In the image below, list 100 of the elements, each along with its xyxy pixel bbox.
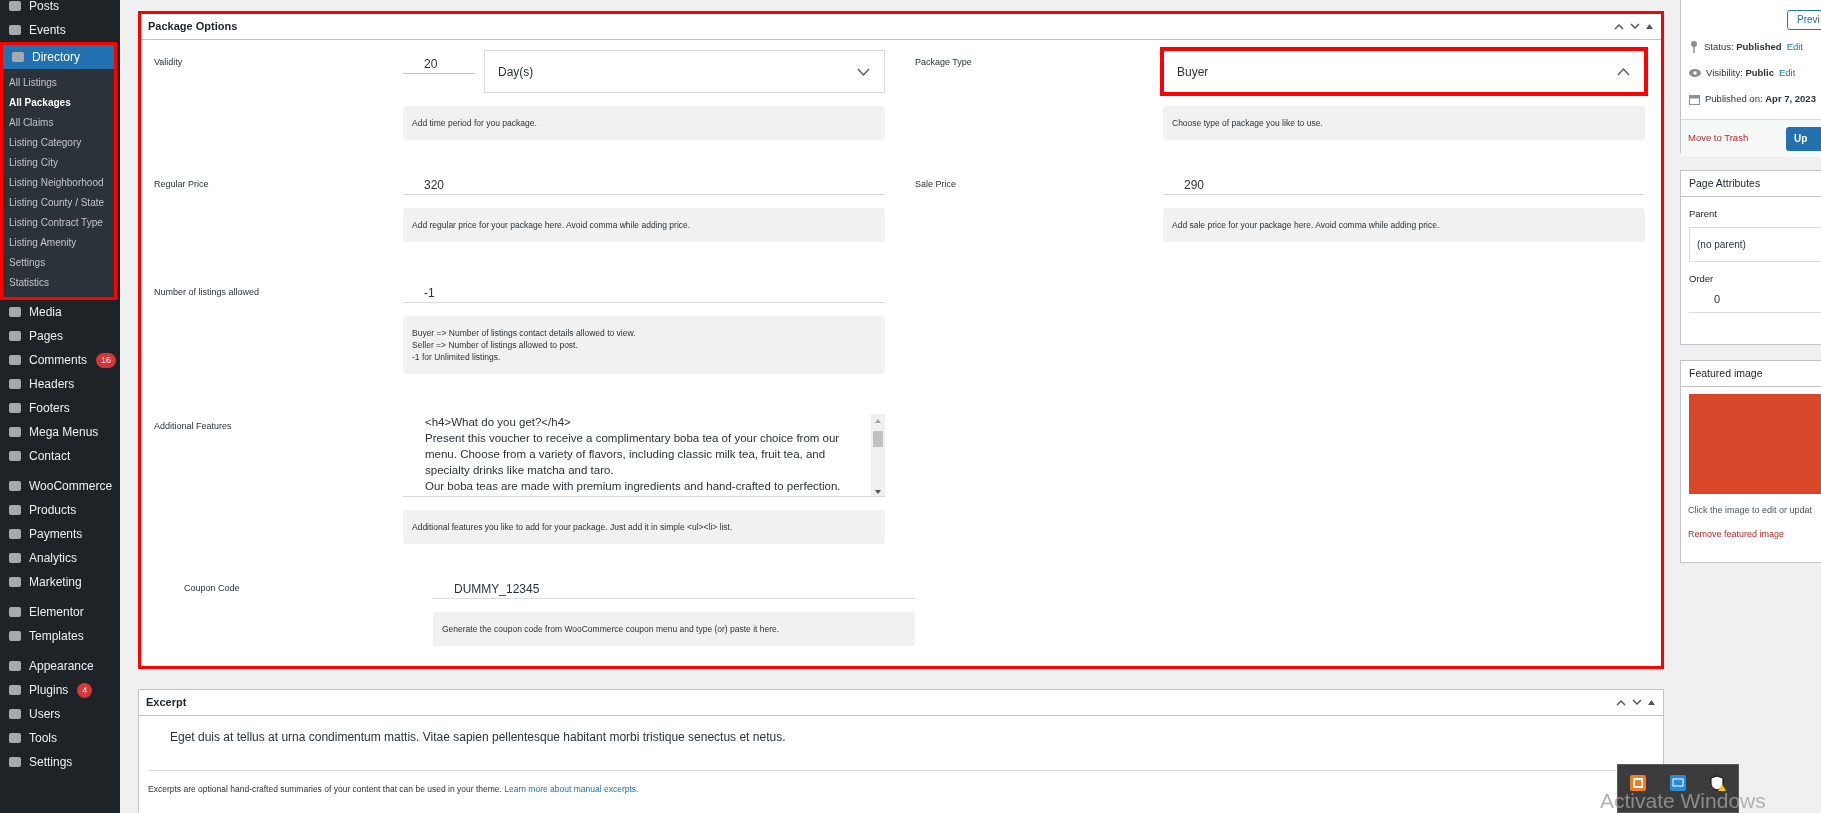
menu-item[interactable]: Comments 16 [0, 348, 120, 372]
help-text: Choose type of package you like to use. [1163, 106, 1645, 140]
menu-item[interactable]: Appearance [0, 654, 120, 678]
submenu-item[interactable]: All Claims [3, 113, 114, 133]
collapse-icon[interactable] [1646, 24, 1653, 29]
field-label: Regular Price [154, 178, 210, 191]
menu-icon [8, 527, 22, 541]
field-label: Sale Price [915, 178, 958, 191]
menu-item[interactable]: Templates [0, 624, 120, 648]
menu-item[interactable]: Footers [0, 396, 120, 420]
submenu-item[interactable]: Listing Contract Type [3, 213, 114, 233]
submenu-item[interactable]: Listing City [3, 153, 114, 173]
submenu-item[interactable]: Listing Category [3, 133, 114, 153]
menu-icon [8, 707, 22, 721]
menu-icon [8, 329, 22, 343]
menu-icon [8, 575, 22, 589]
image-hint: Click the image to edit or updat [1687, 504, 1814, 517]
select-field[interactable]: Buyer [1163, 50, 1645, 93]
menu-item[interactable]: Posts [0, 0, 120, 18]
submenu-item[interactable]: Listing Neighborhood [3, 173, 114, 193]
count-badge: 4 [77, 682, 93, 698]
scrollbar[interactable] [871, 414, 885, 496]
panel-title: Package Options [148, 19, 238, 35]
count-badge: 16 [96, 352, 117, 368]
menu-icon [8, 377, 22, 391]
calendar-icon [1689, 93, 1700, 105]
shield-warning-icon[interactable] [1710, 775, 1726, 791]
publish-info: Status: Published [1704, 39, 1782, 54]
menu-item[interactable]: Marketing [0, 570, 120, 594]
textarea-field[interactable]: <h4>What do you get?</h4> Present this voucher to receive a complimentary boba tea of your choice from our menu. Choose from a variety of flavors, including classic milk tea, fruit tea, and specialty drinks like matcha and taro. Our boba teas are made with premium ingredients and hand-crafted to perfection. [403, 414, 885, 497]
collapse-icon[interactable] [1648, 700, 1655, 705]
submenu-item[interactable]: All Packages [3, 93, 114, 113]
move-up-icon[interactable] [1614, 23, 1624, 30]
text-field[interactable]: -1 [403, 280, 885, 303]
panel-title: Page Attributes [1689, 175, 1761, 191]
parent-select[interactable]: (no parent) [1689, 227, 1821, 263]
menu-item[interactable]: Events [0, 18, 120, 42]
order-field[interactable]: 0 [1689, 290, 1821, 313]
remove-image-link[interactable]: Remove featured image [1681, 517, 1821, 541]
menu-item[interactable]: Settings [0, 750, 120, 774]
menu-item[interactable]: Pages [0, 324, 120, 348]
menu-icon [8, 23, 22, 37]
move-up-icon[interactable] [1616, 699, 1626, 706]
submenu-item[interactable]: Listing Amenity [3, 233, 114, 253]
help-text: Add sale price for your package here. Avoid comma while adding price. [1163, 208, 1645, 242]
submenu-item[interactable]: Statistics [3, 273, 114, 293]
panel-title: Excerpt [146, 695, 187, 711]
menu-icon [8, 683, 22, 697]
preview-button[interactable]: Previ [1787, 9, 1821, 30]
help-text: Add regular price for your package here. Avoid comma while adding price. [403, 208, 885, 242]
help-text: Additional features you like to add for your package. Just add it in simple <ul><li> list. [403, 510, 885, 544]
menu-icon [8, 353, 22, 367]
select-field[interactable]: Day(s) [484, 50, 885, 93]
move-down-icon[interactable] [1632, 699, 1642, 706]
text-field[interactable]: 290 [1163, 172, 1645, 195]
menu-item[interactable]: Payments [0, 522, 120, 546]
field-label: Number of listings allowed [154, 286, 261, 299]
menu-item[interactable]: Contact [0, 444, 120, 468]
field-label: Order [1688, 272, 1715, 287]
menu-icon [8, 629, 22, 643]
menu-icon [8, 449, 22, 463]
menu-icon [8, 659, 22, 673]
menu-item[interactable]: Directory [3, 45, 114, 69]
publish-info: Published on: Apr 7, 2023 [1705, 91, 1816, 106]
menu-item[interactable]: Users [0, 702, 120, 726]
help-text: Generate the coupon code from WooCommerce coupon menu and type (or) paste it here. [433, 612, 915, 646]
submenu-item[interactable]: All Listings [3, 73, 114, 93]
field-label: Package Type [915, 56, 973, 69]
edit-link[interactable]: Edit [1786, 39, 1803, 55]
eye-icon [1689, 69, 1701, 77]
text-field[interactable]: 320 [403, 172, 885, 195]
menu-icon [8, 731, 22, 745]
chevron-down-icon [857, 67, 870, 76]
submenu-item[interactable]: Listing County / State [3, 193, 114, 213]
panel-title: Featured image [1689, 365, 1763, 381]
menu-item[interactable]: Headers [0, 372, 120, 396]
menu-item[interactable]: Tools [0, 726, 120, 750]
move-down-icon[interactable] [1630, 23, 1640, 30]
update-button[interactable]: Up [1786, 126, 1821, 151]
submenu-item[interactable]: Settings [3, 253, 114, 273]
menu-item[interactable]: Products [0, 498, 120, 522]
edit-link[interactable]: Edit [1778, 65, 1796, 81]
number-field[interactable]: 20 [403, 55, 475, 74]
field-label: Validity [154, 56, 184, 69]
menu-icon [8, 503, 22, 517]
menu-item[interactable]: Plugins 4 [0, 678, 120, 702]
menu-item[interactable]: Elementor [0, 600, 120, 624]
field-label: Coupon Code [184, 582, 241, 595]
field-label: Additional Features [154, 420, 233, 433]
menu-item[interactable]: Media [0, 300, 120, 324]
manual-excerpts-link[interactable]: Learn more about manual excerpts. [504, 784, 639, 794]
text-field[interactable]: DUMMY_12345 [433, 576, 915, 599]
menu-item[interactable]: Analytics [0, 546, 120, 570]
menu-icon [11, 50, 25, 64]
move-to-trash-link[interactable]: Move to Trash [1688, 131, 1786, 146]
menu-icon [8, 605, 22, 619]
menu-item[interactable]: WooCommerce [0, 474, 120, 498]
app-icon[interactable] [1630, 775, 1646, 791]
help-text: Buyer => Number of listings contact details allowed to view. Seller => Number of listings allowed to post. -1 for Unlimited listings. [403, 316, 885, 374]
menu-item[interactable]: Mega Menus [0, 420, 120, 444]
